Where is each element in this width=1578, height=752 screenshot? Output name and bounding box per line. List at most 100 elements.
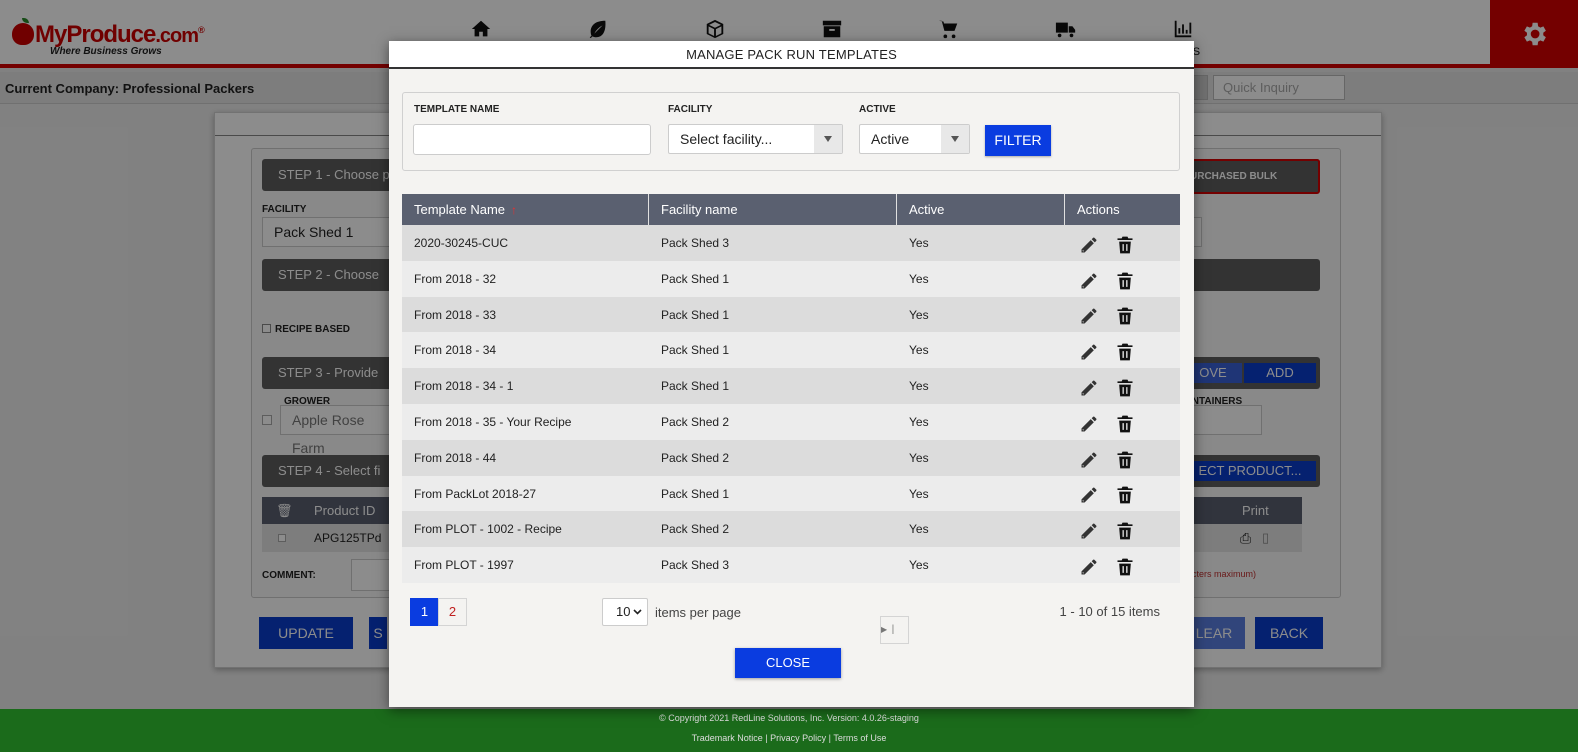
trash-icon[interactable] bbox=[1115, 519, 1135, 540]
actions-cell bbox=[1065, 368, 1180, 404]
template-name-label: TEMPLATE NAME bbox=[414, 104, 500, 115]
pencil-icon[interactable] bbox=[1079, 555, 1099, 575]
active-cell: Yes bbox=[909, 414, 929, 429]
grid-body: 2020-30245-CUC Pack Shed 3 Yes From 2018 - … bbox=[402, 225, 1180, 583]
actions-cell bbox=[1065, 511, 1180, 547]
page-size-value: 10 bbox=[616, 604, 631, 619]
pencil-icon[interactable] bbox=[1079, 448, 1099, 468]
actions-cell bbox=[1065, 332, 1180, 368]
col-template-name[interactable]: Template Name ↑ bbox=[402, 194, 649, 225]
facility-name-cell: Pack Shed 3 bbox=[661, 236, 730, 250]
col-actions: Actions bbox=[1077, 202, 1120, 217]
pencil-icon[interactable] bbox=[1079, 412, 1099, 432]
col-active[interactable]: Active bbox=[897, 194, 1065, 225]
items-per-page-label: items per page bbox=[655, 605, 741, 620]
close-button[interactable]: CLOSE bbox=[735, 648, 841, 678]
pencil-icon[interactable] bbox=[1079, 376, 1099, 396]
actions-cell bbox=[1065, 476, 1180, 512]
active-cell: Yes bbox=[909, 522, 929, 537]
table-row[interactable]: From 2018 - 35 - Your Recipe Pack Shed 2 Y… bbox=[402, 403, 1180, 440]
filter-panel: TEMPLATE NAME FACILITY Select facility..… bbox=[402, 92, 1180, 171]
footer: © Copyright 2021 RedLine Solutions, Inc.… bbox=[0, 709, 1578, 752]
facility-name-cell: Pack Shed 1 bbox=[661, 486, 730, 501]
active-cell: Yes bbox=[909, 271, 929, 286]
chevron-down-icon bbox=[633, 609, 642, 615]
trash-icon[interactable] bbox=[1115, 555, 1135, 576]
trash-icon[interactable] bbox=[1115, 340, 1135, 361]
trash-icon[interactable] bbox=[1115, 233, 1135, 254]
active-cell: Yes bbox=[909, 307, 929, 322]
footer-copyright: © Copyright 2021 RedLine Solutions, Inc.… bbox=[659, 713, 919, 723]
table-row[interactable]: From 2018 - 34 - 1 Pack Shed 1 Yes bbox=[402, 368, 1180, 404]
footer-links[interactable]: Trademark Notice | Privacy Policy | Term… bbox=[0, 733, 1578, 743]
facility-name-cell: Pack Shed 1 bbox=[661, 379, 730, 394]
sort-up-icon: ↑ bbox=[511, 203, 518, 217]
trash-icon[interactable] bbox=[1115, 269, 1135, 290]
table-row[interactable]: 2020-30245-CUC Pack Shed 3 Yes bbox=[402, 225, 1180, 261]
facility-name-cell: Pack Shed 2 bbox=[661, 522, 730, 537]
pencil-icon[interactable] bbox=[1079, 233, 1099, 253]
pager-info: 1 - 10 of 15 items bbox=[1059, 604, 1160, 619]
caret-down-icon bbox=[814, 125, 842, 153]
table-row[interactable]: From PLOT - 1997 Pack Shed 3 Yes bbox=[402, 547, 1180, 583]
page-2-button[interactable]: 2 bbox=[438, 598, 467, 626]
trash-icon[interactable] bbox=[1115, 448, 1135, 469]
modal-title: MANAGE PACK RUN TEMPLATES bbox=[389, 41, 1194, 69]
facility-name-cell: Pack Shed 2 bbox=[661, 450, 730, 465]
filter-button[interactable]: FILTER bbox=[985, 125, 1051, 156]
table-row[interactable]: From 2018 - 44 Pack Shed 2 Yes bbox=[402, 439, 1180, 476]
trash-icon[interactable] bbox=[1115, 304, 1135, 325]
pencil-icon[interactable] bbox=[1079, 269, 1099, 289]
col-facility-name[interactable]: Facility name bbox=[649, 194, 897, 225]
page-size-select[interactable]: 10 bbox=[602, 598, 648, 626]
trash-icon[interactable] bbox=[1115, 483, 1135, 504]
trash-icon[interactable] bbox=[1115, 376, 1135, 397]
facility-select-value: Select facility... bbox=[680, 131, 773, 147]
caret-down-icon bbox=[941, 125, 969, 153]
template-name-cell: From PackLot 2018-27 bbox=[414, 486, 537, 501]
template-name-cell: From 2018 - 34 - 1 bbox=[414, 379, 514, 394]
facility-select[interactable]: Select facility... bbox=[668, 124, 843, 154]
facility-name-cell: Pack Shed 1 bbox=[661, 343, 730, 358]
active-cell: Yes bbox=[909, 558, 929, 573]
active-cell: Yes bbox=[909, 486, 929, 501]
template-name-cell: From 2018 - 44 bbox=[414, 450, 497, 465]
actions-cell bbox=[1065, 404, 1180, 440]
active-filter-label: ACTIVE bbox=[859, 104, 896, 115]
actions-cell bbox=[1065, 225, 1180, 261]
template-name-cell: 2020-30245-CUC bbox=[414, 236, 509, 250]
pencil-icon[interactable] bbox=[1079, 304, 1099, 324]
template-name-cell: From PLOT - 1002 - Recipe bbox=[414, 522, 562, 537]
actions-cell bbox=[1065, 261, 1180, 297]
facility-name-cell: Pack Shed 1 bbox=[661, 307, 730, 322]
template-name-cell: From 2018 - 32 bbox=[414, 271, 497, 286]
facility-name-cell: Pack Shed 2 bbox=[661, 414, 730, 429]
table-row[interactable]: From 2018 - 33 Pack Shed 1 Yes bbox=[402, 296, 1180, 333]
trash-icon[interactable] bbox=[1115, 412, 1135, 433]
template-name-cell: From 2018 - 35 - Your Recipe bbox=[414, 414, 572, 429]
active-select[interactable]: Active bbox=[859, 124, 970, 154]
table-row[interactable]: From 2018 - 32 Pack Shed 1 Yes bbox=[402, 260, 1180, 297]
page-1-button[interactable]: 1 bbox=[410, 598, 439, 626]
active-cell: Yes bbox=[909, 379, 929, 394]
template-name-cell: From 2018 - 34 bbox=[414, 343, 497, 358]
grid-header: Template Name ↑ Facility name Active Acti… bbox=[402, 194, 1180, 225]
pencil-icon[interactable] bbox=[1079, 483, 1099, 503]
table-row[interactable]: From PLOT - 1002 - Recipe Pack Shed 2 Yes bbox=[402, 511, 1180, 548]
actions-cell bbox=[1065, 440, 1180, 476]
template-name-input[interactable] bbox=[413, 124, 651, 155]
manage-pack-run-templates-modal: MANAGE PACK RUN TEMPLATES TEMPLATE NAME … bbox=[389, 41, 1194, 707]
table-row[interactable]: From 2018 - 34 Pack Shed 1 Yes bbox=[402, 332, 1180, 369]
active-cell: Yes bbox=[909, 236, 929, 250]
table-row[interactable]: From PackLot 2018-27 Pack Shed 1 Yes bbox=[402, 475, 1180, 512]
actions-cell bbox=[1065, 547, 1180, 583]
template-name-cell: From PLOT - 1997 bbox=[414, 558, 514, 573]
templates-grid: Template Name ↑ Facility name Active Acti… bbox=[402, 194, 1180, 583]
actions-cell bbox=[1065, 297, 1180, 333]
pencil-icon[interactable] bbox=[1079, 519, 1099, 539]
pencil-icon[interactable] bbox=[1079, 340, 1099, 360]
facility-filter-label: FACILITY bbox=[668, 104, 713, 115]
active-cell: Yes bbox=[909, 343, 929, 358]
last-page-button[interactable]: ▶▕ bbox=[880, 616, 909, 644]
facility-name-cell: Pack Shed 1 bbox=[661, 271, 730, 286]
